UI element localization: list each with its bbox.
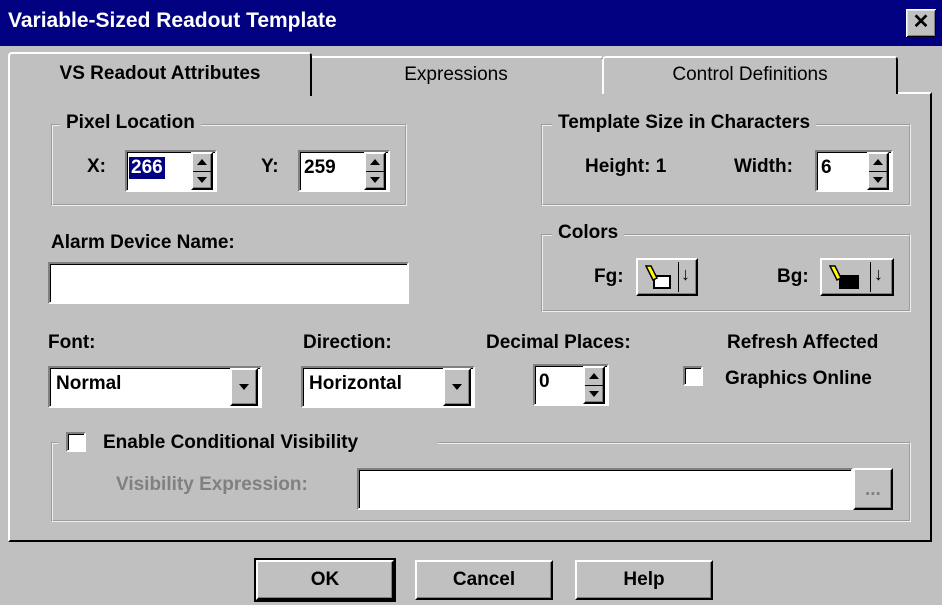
bg-color-picker[interactable]: ↓ [820,258,894,296]
tab-label: VS Readout Attributes [59,63,261,84]
spin-down-icon[interactable] [869,170,887,189]
direction-value: Horizontal [309,373,402,394]
width-label: Width: [734,156,793,177]
font-value: Normal [56,373,122,394]
font-label: Font: [48,332,96,353]
fg-pencil-swatch-icon [644,265,671,289]
bg-pencil-swatch-icon [828,265,859,289]
y-label: Y: [261,156,279,177]
fg-label: Fg: [594,266,624,287]
height-text: Height: 1 [585,156,667,177]
help-button[interactable]: Help [575,560,713,600]
pixel-location-legend: Pixel Location [60,112,201,134]
decimal-places-label: Decimal Places: [486,332,631,353]
tab-control-definitions[interactable]: Control Definitions [602,56,898,94]
width-input[interactable]: 6 [819,154,859,188]
colors-legend: Colors [552,222,625,244]
decimal-places-value: 0 [539,371,550,392]
enable-visibility-checkbox[interactable] [66,432,86,452]
enable-visibility-label: Enable Conditional Visibility [103,432,359,453]
direction-dropdown-button[interactable] [443,368,471,406]
width-spin-buttons[interactable] [867,152,889,190]
y-value: 259 [304,157,336,178]
tab-label: Control Definitions [672,64,828,85]
y-spinner: 259 [298,150,390,192]
spin-up-icon[interactable] [366,154,384,171]
tab-label: Expressions [404,64,508,85]
decimal-places-input[interactable]: 0 [537,368,577,402]
bg-dropdown-icon[interactable]: ↓ [874,264,883,285]
chevron-down-icon [239,384,249,390]
spin-down-icon[interactable] [366,170,384,189]
x-value: 266 [129,157,165,179]
visibility-expression-label: Visibility Expression: [116,474,308,495]
close-icon: ✕ [912,11,930,33]
x-spinner: 266 [125,150,217,192]
tab-vs-readout-attributes[interactable]: VS Readout Attributes [8,52,312,96]
font-select[interactable]: Normal [48,366,262,408]
refresh-label-line2: Graphics Online [725,368,872,389]
y-input[interactable]: 259 [302,154,358,188]
alarm-device-input[interactable] [48,262,409,304]
cancel-button[interactable]: Cancel [415,560,553,600]
refresh-checkbox[interactable] [683,366,703,386]
font-dropdown-button[interactable] [230,368,258,406]
ellipsis-icon: ... [865,479,881,500]
x-label: X: [87,156,106,177]
y-spin-buttons[interactable] [364,152,386,190]
spin-up-icon[interactable] [193,154,211,171]
x-spin-buttons[interactable] [191,152,213,190]
chevron-down-icon [452,384,462,390]
visibility-expression-input[interactable] [357,468,853,510]
bg-label: Bg: [777,266,809,287]
direction-label: Direction: [303,332,392,353]
direction-select[interactable]: Horizontal [301,366,475,408]
fg-color-picker[interactable]: ↓ [636,258,698,296]
tab-expressions[interactable]: Expressions [308,56,604,94]
width-value: 6 [821,157,832,178]
ok-button[interactable]: OK [254,558,396,602]
spin-up-icon[interactable] [869,154,887,171]
decimal-spin-buttons[interactable] [583,366,605,404]
close-button[interactable]: ✕ [906,9,936,37]
spin-down-icon[interactable] [193,170,211,189]
decimal-places-spinner: 0 [533,364,609,406]
spin-down-icon[interactable] [585,384,603,403]
window-title: Variable-Sized Readout Template [8,9,337,32]
x-input[interactable]: 266 [129,154,185,188]
spin-up-icon[interactable] [585,368,603,385]
browse-expression-button[interactable]: ... [853,468,893,510]
alarm-device-label: Alarm Device Name: [51,232,235,253]
refresh-label-line1: Refresh Affected [727,332,879,353]
width-spinner: 6 [815,150,893,192]
fg-dropdown-icon[interactable]: ↓ [681,264,690,285]
template-size-legend: Template Size in Characters [552,112,817,134]
